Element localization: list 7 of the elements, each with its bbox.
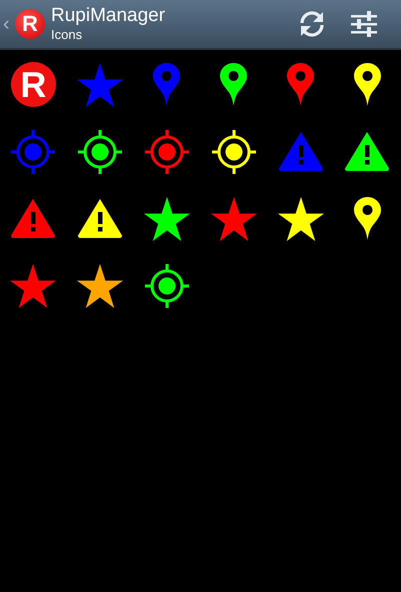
back-caret[interactable]: ‹ (3, 12, 13, 36)
app-title: RupiManager (51, 5, 166, 27)
logo-icon: R (10, 62, 56, 107)
sliders-icon (349, 9, 379, 39)
screen-subtitle: Icons (51, 27, 84, 43)
settings-button[interactable] (349, 9, 379, 39)
app-logo[interactable]: R (15, 9, 45, 39)
